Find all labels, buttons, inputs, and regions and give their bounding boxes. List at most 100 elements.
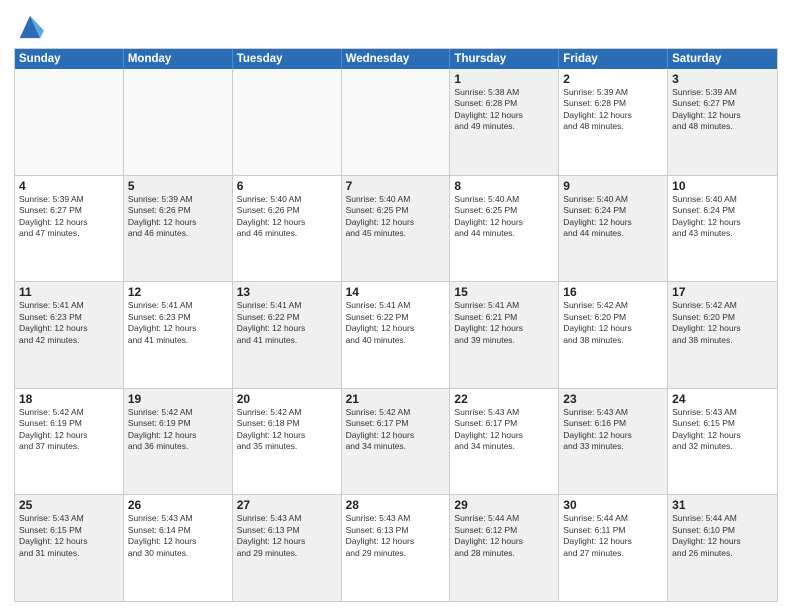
weekday-header-friday: Friday (559, 49, 668, 69)
cell-info: Sunrise: 5:41 AM Sunset: 6:21 PM Dayligh… (454, 300, 554, 346)
weekday-header-saturday: Saturday (668, 49, 777, 69)
calendar-cell-16: 16Sunrise: 5:42 AM Sunset: 6:20 PM Dayli… (559, 282, 668, 388)
calendar-cell-20: 20Sunrise: 5:42 AM Sunset: 6:18 PM Dayli… (233, 389, 342, 495)
day-number: 15 (454, 285, 554, 299)
day-number: 14 (346, 285, 446, 299)
calendar-row-4: 25Sunrise: 5:43 AM Sunset: 6:15 PM Dayli… (15, 494, 777, 601)
cell-info: Sunrise: 5:42 AM Sunset: 6:19 PM Dayligh… (19, 407, 119, 453)
calendar-cell-17: 17Sunrise: 5:42 AM Sunset: 6:20 PM Dayli… (668, 282, 777, 388)
cell-info: Sunrise: 5:43 AM Sunset: 6:15 PM Dayligh… (672, 407, 773, 453)
weekday-header-thursday: Thursday (450, 49, 559, 69)
day-number: 11 (19, 285, 119, 299)
calendar-body: 1Sunrise: 5:38 AM Sunset: 6:28 PM Daylig… (15, 69, 777, 601)
day-number: 27 (237, 498, 337, 512)
calendar-cell-26: 26Sunrise: 5:43 AM Sunset: 6:14 PM Dayli… (124, 495, 233, 601)
calendar-cell-19: 19Sunrise: 5:42 AM Sunset: 6:19 PM Dayli… (124, 389, 233, 495)
cell-info: Sunrise: 5:43 AM Sunset: 6:13 PM Dayligh… (237, 513, 337, 559)
day-number: 13 (237, 285, 337, 299)
day-number: 19 (128, 392, 228, 406)
day-number: 26 (128, 498, 228, 512)
calendar-cell-27: 27Sunrise: 5:43 AM Sunset: 6:13 PM Dayli… (233, 495, 342, 601)
day-number: 29 (454, 498, 554, 512)
calendar-row-0: 1Sunrise: 5:38 AM Sunset: 6:28 PM Daylig… (15, 69, 777, 175)
calendar-cell-25: 25Sunrise: 5:43 AM Sunset: 6:15 PM Dayli… (15, 495, 124, 601)
cell-info: Sunrise: 5:42 AM Sunset: 6:20 PM Dayligh… (672, 300, 773, 346)
weekday-header-wednesday: Wednesday (342, 49, 451, 69)
calendar-cell-5: 5Sunrise: 5:39 AM Sunset: 6:26 PM Daylig… (124, 176, 233, 282)
day-number: 5 (128, 179, 228, 193)
cell-info: Sunrise: 5:40 AM Sunset: 6:24 PM Dayligh… (563, 194, 663, 240)
calendar-cell-18: 18Sunrise: 5:42 AM Sunset: 6:19 PM Dayli… (15, 389, 124, 495)
calendar-cell-15: 15Sunrise: 5:41 AM Sunset: 6:21 PM Dayli… (450, 282, 559, 388)
calendar-cell-2: 2Sunrise: 5:39 AM Sunset: 6:28 PM Daylig… (559, 69, 668, 175)
weekday-header-tuesday: Tuesday (233, 49, 342, 69)
day-number: 17 (672, 285, 773, 299)
cell-info: Sunrise: 5:44 AM Sunset: 6:11 PM Dayligh… (563, 513, 663, 559)
calendar-cell-1: 1Sunrise: 5:38 AM Sunset: 6:28 PM Daylig… (450, 69, 559, 175)
cell-info: Sunrise: 5:39 AM Sunset: 6:28 PM Dayligh… (563, 87, 663, 133)
page: SundayMondayTuesdayWednesdayThursdayFrid… (0, 0, 792, 612)
calendar-cell-8: 8Sunrise: 5:40 AM Sunset: 6:25 PM Daylig… (450, 176, 559, 282)
cell-info: Sunrise: 5:43 AM Sunset: 6:14 PM Dayligh… (128, 513, 228, 559)
calendar-cell-12: 12Sunrise: 5:41 AM Sunset: 6:23 PM Dayli… (124, 282, 233, 388)
day-number: 2 (563, 72, 663, 86)
cell-info: Sunrise: 5:40 AM Sunset: 6:26 PM Dayligh… (237, 194, 337, 240)
day-number: 6 (237, 179, 337, 193)
cell-info: Sunrise: 5:44 AM Sunset: 6:10 PM Dayligh… (672, 513, 773, 559)
cell-info: Sunrise: 5:42 AM Sunset: 6:17 PM Dayligh… (346, 407, 446, 453)
calendar-cell-empty-0-0 (15, 69, 124, 175)
day-number: 12 (128, 285, 228, 299)
calendar-cell-7: 7Sunrise: 5:40 AM Sunset: 6:25 PM Daylig… (342, 176, 451, 282)
day-number: 8 (454, 179, 554, 193)
day-number: 18 (19, 392, 119, 406)
calendar-cell-31: 31Sunrise: 5:44 AM Sunset: 6:10 PM Dayli… (668, 495, 777, 601)
calendar-row-3: 18Sunrise: 5:42 AM Sunset: 6:19 PM Dayli… (15, 388, 777, 495)
calendar-cell-28: 28Sunrise: 5:43 AM Sunset: 6:13 PM Dayli… (342, 495, 451, 601)
calendar-row-1: 4Sunrise: 5:39 AM Sunset: 6:27 PM Daylig… (15, 175, 777, 282)
day-number: 23 (563, 392, 663, 406)
cell-info: Sunrise: 5:41 AM Sunset: 6:23 PM Dayligh… (19, 300, 119, 346)
calendar-cell-22: 22Sunrise: 5:43 AM Sunset: 6:17 PM Dayli… (450, 389, 559, 495)
day-number: 21 (346, 392, 446, 406)
weekday-header-sunday: Sunday (15, 49, 124, 69)
calendar-cell-14: 14Sunrise: 5:41 AM Sunset: 6:22 PM Dayli… (342, 282, 451, 388)
logo (14, 12, 44, 40)
cell-info: Sunrise: 5:43 AM Sunset: 6:17 PM Dayligh… (454, 407, 554, 453)
cell-info: Sunrise: 5:43 AM Sunset: 6:15 PM Dayligh… (19, 513, 119, 559)
calendar-cell-6: 6Sunrise: 5:40 AM Sunset: 6:26 PM Daylig… (233, 176, 342, 282)
weekday-header-monday: Monday (124, 49, 233, 69)
cell-info: Sunrise: 5:40 AM Sunset: 6:25 PM Dayligh… (454, 194, 554, 240)
cell-info: Sunrise: 5:41 AM Sunset: 6:23 PM Dayligh… (128, 300, 228, 346)
cell-info: Sunrise: 5:40 AM Sunset: 6:25 PM Dayligh… (346, 194, 446, 240)
day-number: 20 (237, 392, 337, 406)
day-number: 28 (346, 498, 446, 512)
cell-info: Sunrise: 5:41 AM Sunset: 6:22 PM Dayligh… (237, 300, 337, 346)
calendar-cell-13: 13Sunrise: 5:41 AM Sunset: 6:22 PM Dayli… (233, 282, 342, 388)
cell-info: Sunrise: 5:39 AM Sunset: 6:26 PM Dayligh… (128, 194, 228, 240)
cell-info: Sunrise: 5:40 AM Sunset: 6:24 PM Dayligh… (672, 194, 773, 240)
day-number: 30 (563, 498, 663, 512)
cell-info: Sunrise: 5:38 AM Sunset: 6:28 PM Dayligh… (454, 87, 554, 133)
calendar-header: SundayMondayTuesdayWednesdayThursdayFrid… (15, 49, 777, 69)
calendar-cell-9: 9Sunrise: 5:40 AM Sunset: 6:24 PM Daylig… (559, 176, 668, 282)
calendar: SundayMondayTuesdayWednesdayThursdayFrid… (14, 48, 778, 602)
day-number: 4 (19, 179, 119, 193)
day-number: 24 (672, 392, 773, 406)
day-number: 16 (563, 285, 663, 299)
calendar-cell-3: 3Sunrise: 5:39 AM Sunset: 6:27 PM Daylig… (668, 69, 777, 175)
header (14, 12, 778, 40)
calendar-cell-29: 29Sunrise: 5:44 AM Sunset: 6:12 PM Dayli… (450, 495, 559, 601)
calendar-cell-30: 30Sunrise: 5:44 AM Sunset: 6:11 PM Dayli… (559, 495, 668, 601)
day-number: 3 (672, 72, 773, 86)
cell-info: Sunrise: 5:42 AM Sunset: 6:18 PM Dayligh… (237, 407, 337, 453)
calendar-row-2: 11Sunrise: 5:41 AM Sunset: 6:23 PM Dayli… (15, 281, 777, 388)
day-number: 7 (346, 179, 446, 193)
day-number: 25 (19, 498, 119, 512)
calendar-cell-empty-0-1 (124, 69, 233, 175)
calendar-cell-empty-0-3 (342, 69, 451, 175)
calendar-cell-10: 10Sunrise: 5:40 AM Sunset: 6:24 PM Dayli… (668, 176, 777, 282)
cell-info: Sunrise: 5:39 AM Sunset: 6:27 PM Dayligh… (672, 87, 773, 133)
logo-text (14, 12, 44, 40)
calendar-cell-empty-0-2 (233, 69, 342, 175)
day-number: 9 (563, 179, 663, 193)
